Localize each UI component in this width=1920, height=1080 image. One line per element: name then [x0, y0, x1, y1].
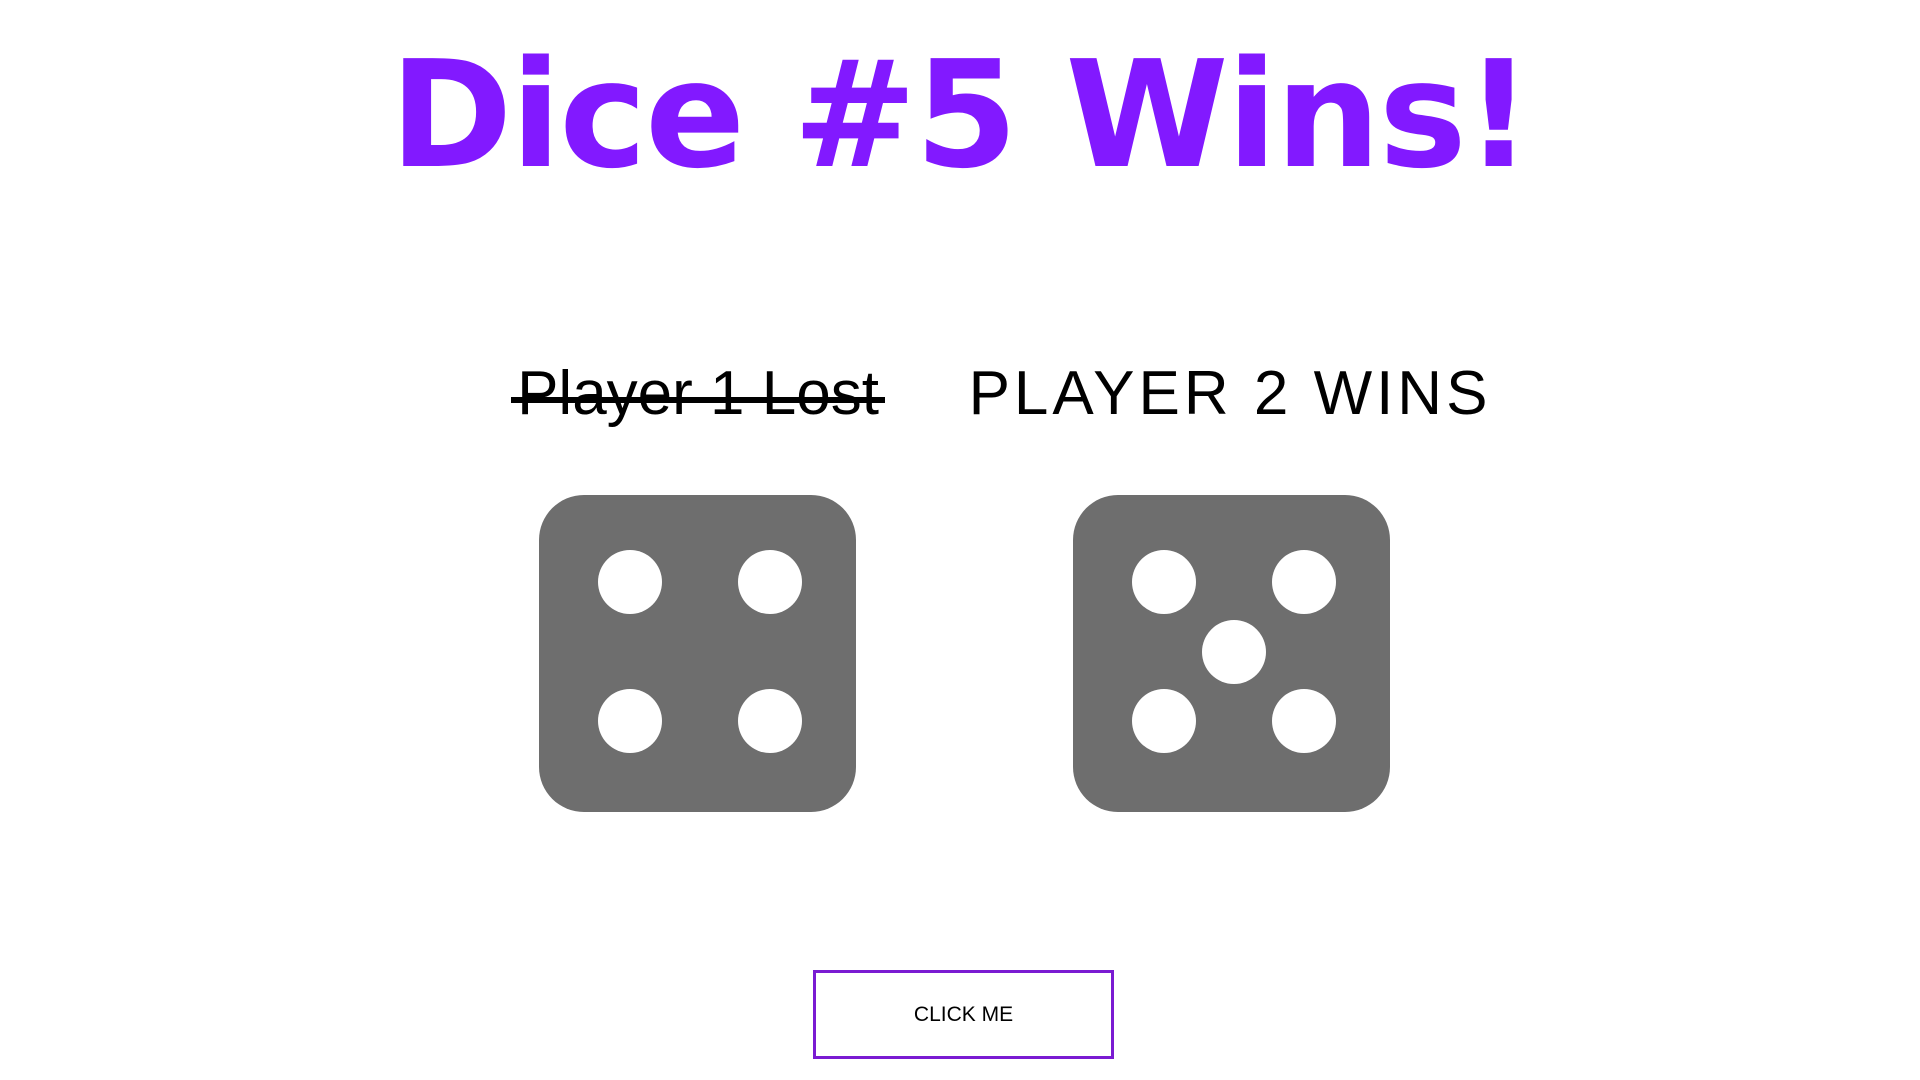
roll-dice-button[interactable]: CLICK ME	[813, 970, 1114, 1059]
die-pip	[738, 550, 802, 614]
player-1-die-face	[539, 495, 856, 812]
dice-four-icon	[539, 495, 856, 812]
player-1-label: Player 1 Lost	[511, 354, 885, 434]
die-pip	[1202, 620, 1266, 684]
game-page: Dice #5 Wins! Player 1 Lost PLAYER 2 WIN…	[0, 0, 1920, 1080]
die-pip	[738, 689, 802, 753]
player-2-die-face	[1073, 495, 1390, 812]
die-pip	[1272, 550, 1336, 614]
player-2-status: PLAYER 2 WINS	[910, 354, 1550, 434]
die-body	[539, 495, 856, 812]
die-pip	[598, 689, 662, 753]
winner-title: Dice #5 Wins!	[389, 29, 1533, 201]
die-pip	[598, 550, 662, 614]
player-2-label: PLAYER 2 WINS	[968, 359, 1492, 428]
dice-five-icon	[1073, 495, 1390, 812]
die-pip	[1132, 550, 1196, 614]
die-pip	[1272, 689, 1336, 753]
die-pip	[1132, 689, 1196, 753]
